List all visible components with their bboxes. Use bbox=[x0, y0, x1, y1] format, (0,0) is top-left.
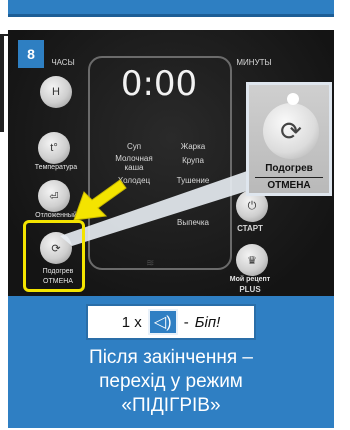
info-line-3: «ПІДІГРІВ» bbox=[121, 395, 221, 416]
beep-box: 1 x ◁) - Біп! bbox=[86, 304, 256, 340]
refresh-icon: ⟳ bbox=[263, 103, 319, 159]
info-text: Після закінчення – перехід у режим «ПІДІ… bbox=[8, 346, 334, 418]
beep-count: 1 x bbox=[121, 313, 142, 331]
beep-text: Біп! bbox=[194, 313, 221, 331]
zoom-cancel-label: ОТМЕНА bbox=[255, 177, 323, 191]
zoomed-reheat-button: ⟳ Подогрев ОТМЕНА bbox=[246, 82, 332, 196]
info-line-2: перехід у режим bbox=[99, 371, 243, 392]
reheat-highlight bbox=[23, 220, 85, 292]
yellow-arrow-icon bbox=[73, 179, 127, 221]
zoom-reheat-label: Подогрев bbox=[265, 163, 313, 174]
indicator-dot bbox=[287, 93, 299, 105]
info-panel: 1 x ◁) - Біп! Після закінчення – перехід… bbox=[8, 296, 334, 428]
beep-separator: - bbox=[183, 313, 189, 331]
speaker-icon: ◁) bbox=[147, 309, 178, 335]
info-line-1: Після закінчення – bbox=[89, 347, 253, 368]
